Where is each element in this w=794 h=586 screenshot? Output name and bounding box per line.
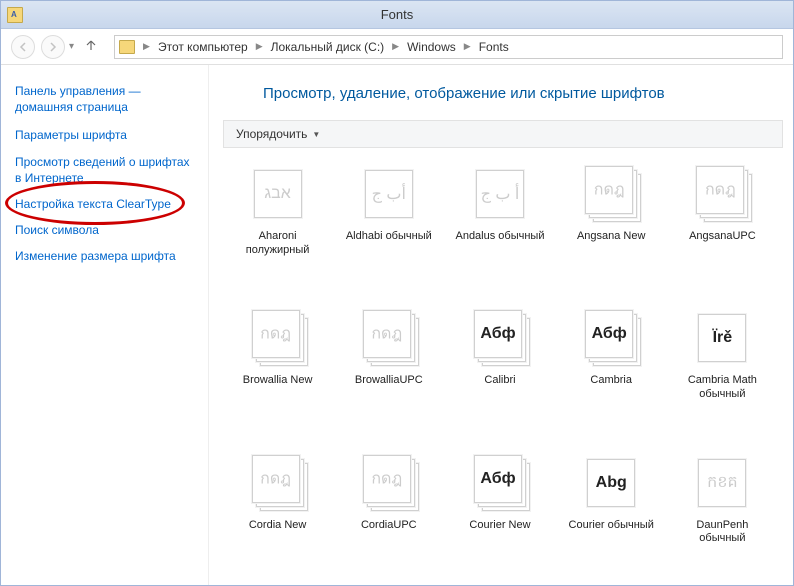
font-item[interactable]: אבג Aharoni полужирный xyxy=(223,158,332,296)
sidebar-link-font-info-online[interactable]: Просмотр сведений о шрифтах в Интернете xyxy=(15,154,194,186)
font-preview-icon: Абф xyxy=(468,453,532,513)
chevron-right-icon: ▶ xyxy=(390,41,401,52)
font-preview-icon: Abg xyxy=(579,453,643,513)
font-preview-icon: กดฎ xyxy=(357,453,421,513)
font-label: Cordia New xyxy=(249,519,306,533)
forward-button[interactable] xyxy=(41,35,65,59)
font-item[interactable]: أ ب ج Andalus обычный xyxy=(445,158,554,296)
address-bar[interactable]: ▶ Этот компьютер ▶ Локальный диск (C:) ▶… xyxy=(114,35,783,59)
sidebar-link-change-size[interactable]: Изменение размера шрифта xyxy=(15,248,194,264)
font-preview-icon: កខគ xyxy=(690,453,754,513)
chevron-right-icon: ▶ xyxy=(462,41,473,52)
main-panel: Просмотр, удаление, отображение или скры… xyxy=(209,65,793,585)
font-preview-icon: กดฎ xyxy=(246,308,310,368)
font-label: Courier New xyxy=(469,519,530,533)
font-label: Cambria Math обычный xyxy=(672,374,772,402)
page-title: Просмотр, удаление, отображение или скры… xyxy=(263,85,783,102)
breadcrumb: ▶ Этот компьютер ▶ Локальный диск (C:) ▶… xyxy=(141,38,513,56)
arrow-left-icon xyxy=(18,42,28,52)
font-label: Browallia New xyxy=(243,374,313,388)
font-label: AngsanaUPC xyxy=(689,230,756,244)
font-preview-icon: Абф xyxy=(468,308,532,368)
font-preview-icon: أ ب ج xyxy=(468,164,532,224)
breadcrumb-item[interactable]: Fonts xyxy=(475,38,513,56)
font-item[interactable]: Абф Calibri xyxy=(445,302,554,440)
sidebar-link-find-char[interactable]: Поиск символа xyxy=(15,222,194,238)
breadcrumb-item[interactable]: Локальный диск (C:) xyxy=(267,38,389,56)
font-preview-icon: กดฎ xyxy=(246,453,310,513)
font-preview-icon: أب ج xyxy=(357,164,421,224)
font-preview-icon: אבג xyxy=(246,164,310,224)
chevron-right-icon: ▶ xyxy=(141,41,152,52)
font-label: Aldhabi обычный xyxy=(346,230,432,244)
arrow-right-icon xyxy=(48,42,58,52)
navigation-bar: ▾ ▶ Этот компьютер ▶ Локальный диск (C:)… xyxy=(1,29,793,65)
font-item[interactable]: กดฎ CordiaUPC xyxy=(334,447,443,585)
organize-label: Упорядочить xyxy=(236,127,307,141)
breadcrumb-item[interactable]: Windows xyxy=(403,38,460,56)
font-label: CordiaUPC xyxy=(361,519,417,533)
font-item[interactable]: กดฎ Cordia New xyxy=(223,447,332,585)
font-preview-icon: กดฎ xyxy=(357,308,421,368)
sidebar: Панель управления — домашняя страница Па… xyxy=(1,65,209,585)
font-item[interactable]: กดฎ Browallia New xyxy=(223,302,332,440)
organize-button[interactable]: Упорядочить ▼ xyxy=(232,125,324,143)
titlebar[interactable]: Fonts xyxy=(1,1,793,29)
font-item[interactable]: กดฎ BrowalliaUPC xyxy=(334,302,443,440)
font-label: Calibri xyxy=(484,374,515,388)
control-panel-home-link[interactable]: Панель управления — домашняя страница xyxy=(15,83,194,115)
font-item[interactable]: กดฎ Angsana New xyxy=(557,158,666,296)
font-preview-icon: กดฎ xyxy=(690,164,754,224)
font-label: BrowalliaUPC xyxy=(355,374,423,388)
window-title: Fonts xyxy=(381,7,414,22)
font-item[interactable]: Ïrě Cambria Math обычный xyxy=(668,302,777,440)
sidebar-link-font-settings[interactable]: Параметры шрифта xyxy=(15,127,194,143)
font-item[interactable]: កខគ DaunPenh обычный xyxy=(668,447,777,585)
font-grid[interactable]: אבג Aharoni полужирный أب ج Aldhabi обычный… xyxy=(223,158,783,585)
font-item[interactable]: Abg Courier обычный xyxy=(557,447,666,585)
font-label: Andalus обычный xyxy=(455,230,544,244)
font-preview-icon: Ïrě xyxy=(690,308,754,368)
font-label: DaunPenh обычный xyxy=(672,519,772,547)
font-item[interactable]: أب ج Aldhabi обычный xyxy=(334,158,443,296)
folder-icon xyxy=(119,40,135,54)
font-item[interactable]: กดฎ AngsanaUPC xyxy=(668,158,777,296)
toolbar: Упорядочить ▼ xyxy=(223,120,783,148)
app-icon xyxy=(7,7,23,23)
font-item[interactable]: Абф Courier New xyxy=(445,447,554,585)
up-button[interactable] xyxy=(84,38,98,55)
font-label: Courier обычный xyxy=(569,519,654,533)
font-label: Cambria xyxy=(590,374,632,388)
content-area: Панель управления — домашняя страница Па… xyxy=(1,65,793,585)
breadcrumb-item[interactable]: Этот компьютер xyxy=(154,38,252,56)
recent-dropdown[interactable]: ▾ xyxy=(69,41,74,52)
font-preview-icon: Абф xyxy=(579,308,643,368)
back-button[interactable] xyxy=(11,35,35,59)
font-label: Aharoni полужирный xyxy=(228,230,328,258)
arrow-up-icon xyxy=(84,38,98,52)
font-preview-icon: กดฎ xyxy=(579,164,643,224)
font-label: Angsana New xyxy=(577,230,646,244)
chevron-right-icon: ▶ xyxy=(254,41,265,52)
chevron-down-icon: ▼ xyxy=(312,130,320,139)
font-item[interactable]: Абф Cambria xyxy=(557,302,666,440)
sidebar-link-cleartype[interactable]: Настройка текста ClearType xyxy=(15,196,194,212)
file-explorer-window: Fonts ▾ ▶ Этот компьютер ▶ Локальный дис… xyxy=(0,0,794,586)
